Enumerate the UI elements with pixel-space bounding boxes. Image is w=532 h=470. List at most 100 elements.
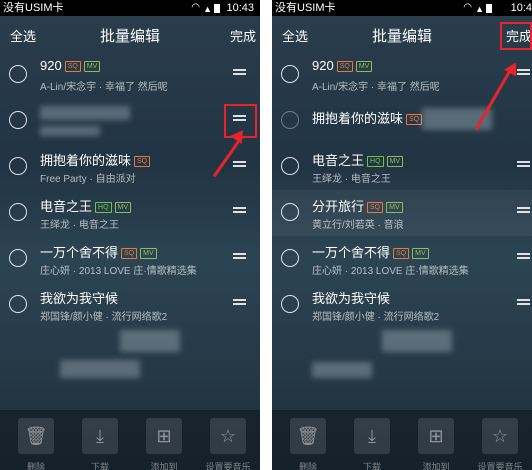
song-subtitle: A-Lin/宋念宇 · 幸福了 然后呢 (312, 82, 440, 93)
song-subtitle: A-Lin/宋念宇 · 幸福了 然后呢 (40, 82, 168, 93)
song-row[interactable]: 一万个舍不得 SQ MV 庄心妍 · 2013 LOVE 庄·情歌精选集 (0, 236, 260, 282)
song-title: 我欲为我守候 (312, 291, 391, 306)
select-radio[interactable] (281, 65, 299, 83)
song-row[interactable]: 920 SQ MV A-Lin/宋念宇 · 幸福了 然后呢 (272, 52, 532, 98)
status-bar: 没有USIM卡 ◠ ▲ 10:4 (272, 0, 532, 16)
drag-handle-icon[interactable] (233, 69, 246, 78)
delete-button[interactable]: 🗑 (290, 418, 326, 454)
song-title: 电音之王 HQ MV (40, 196, 132, 215)
plus-icon: ⊞ (156, 426, 172, 446)
blurred-title (40, 106, 130, 120)
song-title: 920 SQ MV (312, 58, 373, 73)
blur-patch (60, 360, 140, 378)
select-radio[interactable] (281, 295, 299, 313)
set-ringtone-label: 设置要音乐 (477, 462, 523, 470)
song-row[interactable]: 电音之王 HQ MV 王绎龙 · 电音之王 (272, 144, 532, 190)
clock: 10:43 (226, 2, 254, 14)
select-radio[interactable] (9, 65, 27, 83)
done-button[interactable]: 完成 (230, 26, 256, 45)
select-radio[interactable] (281, 249, 299, 267)
song-title: 920 SQ MV (40, 58, 101, 73)
download-icon: ⤓ (368, 426, 376, 446)
add-to-label: 添加到 (422, 462, 450, 470)
download-label: 下载 (90, 462, 109, 470)
plus-icon: ⊞ (428, 426, 444, 446)
set-ringtone-label: 设置要音乐 (205, 462, 251, 470)
carrier-label: 没有USIM卡 (3, 2, 64, 14)
right-phone-screen: 没有USIM卡 ◠ ▲ 10:4 全选 批量编辑 完成 920 SQ MV A-Li… (272, 0, 532, 470)
carrier-label: 没有USIM卡 (275, 2, 336, 14)
page-title: 批量编辑 (371, 28, 432, 45)
add-to-label: 添加到 (150, 462, 178, 470)
blur-patch (312, 362, 372, 378)
download-button[interactable]: ⤓ (354, 418, 390, 454)
delete-label: 删除 (298, 462, 317, 470)
song-row[interactable]: 我欲为我守候 郑国锋/颜小健 · 流行网络歌2 (0, 282, 260, 328)
wifi-icon: ◠ (191, 2, 200, 13)
song-subtitle: 王绎龙 · 电音之王 (40, 220, 119, 231)
trash-icon: 🗑 (24, 426, 48, 446)
add-to-button[interactable]: ⊞ (418, 418, 454, 454)
battery-icon (486, 4, 492, 13)
select-radio[interactable] (9, 249, 27, 267)
song-title: 一万个舍不得 SQ MV (40, 242, 157, 261)
signal-icon: ▲ (475, 4, 484, 14)
status-bar: 没有USIM卡 ◠ ▲ 10:43 (0, 0, 260, 16)
signal-icon: ▲ (203, 4, 212, 14)
select-radio[interactable] (281, 157, 299, 175)
blur-patch (120, 330, 180, 352)
song-subtitle: 郑国锋/颜小健 · 流行网络歌2 (312, 312, 440, 323)
drag-handle-icon[interactable] (233, 161, 246, 170)
set-ringtone-button[interactable]: ☆ (210, 418, 246, 454)
song-row[interactable]: 电音之王 HQ MV 王绎龙 · 电音之王 (0, 190, 260, 236)
song-title: 一万个舍不得 SQ MV (312, 242, 429, 261)
song-row[interactable]: 我欲为我守候 郑国锋/颜小健 · 流行网络歌2 (272, 282, 532, 328)
song-title: 拥抱着你的滋味 SQ (312, 108, 423, 127)
delete-label: 删除 (26, 462, 45, 470)
song-row[interactable]: 920 SQ MV A-Lin/宋念宇 · 幸福了 然后呢 (0, 52, 260, 98)
song-subtitle: Free Party · 自由派对 (40, 174, 136, 185)
bottom-toolbar: 🗑 删除 ⤓ 下载 ⊞ 添加到 ☆ 设置要音乐 (0, 410, 260, 470)
page-title: 批量编辑 (99, 28, 160, 45)
drag-handle-icon[interactable] (233, 299, 246, 308)
song-title: 我欲为我守候 (40, 291, 119, 306)
drag-handle-icon[interactable] (517, 207, 530, 216)
divider (260, 0, 272, 470)
drag-handle-icon[interactable] (233, 207, 246, 216)
song-title: 分开旅行 SQ MV (312, 196, 403, 215)
select-radio[interactable] (9, 157, 27, 175)
header: 全选 批量编辑 完成 (0, 16, 260, 54)
song-row-moved[interactable]: 分开旅行 SQ MV 黄立行/刘若英 · 音浪 (272, 190, 532, 236)
select-radio[interactable] (9, 203, 27, 221)
star-icon: ☆ (219, 426, 237, 446)
header: 全选 批量编辑 完成 (272, 16, 532, 54)
song-row-dragging[interactable] (0, 98, 260, 144)
song-subtitle: 黄立行/刘若英 · 音浪 (312, 220, 404, 231)
drag-handle-icon[interactable] (517, 299, 530, 308)
song-subtitle: 王绎龙 · 电音之王 (312, 174, 391, 185)
song-row[interactable]: 一万个舍不得 SQ MV 庄心妍 · 2013 LOVE 庄·情歌精选集 (272, 236, 532, 282)
download-icon: ⤓ (96, 426, 104, 446)
add-to-button[interactable]: ⊞ (146, 418, 182, 454)
select-radio[interactable] (9, 295, 27, 313)
star-icon: ☆ (491, 426, 509, 446)
select-radio[interactable] (281, 111, 299, 129)
song-title: 电音之王 HQ MV (312, 150, 404, 169)
drag-handle-icon[interactable] (517, 253, 530, 262)
set-ringtone-button[interactable]: ☆ (482, 418, 518, 454)
song-title: 拥抱着你的滋味 SQ (40, 150, 151, 169)
select-radio[interactable] (9, 111, 27, 129)
song-subtitle: 庄心妍 · 2013 LOVE 庄·情歌精选集 (40, 266, 197, 277)
drag-handle-icon[interactable] (517, 161, 530, 170)
song-row[interactable]: 拥抱着你的滋味 SQ (272, 98, 532, 144)
wifi-icon: ◠ (463, 2, 472, 13)
blur-patch (382, 330, 452, 352)
download-button[interactable]: ⤓ (82, 418, 118, 454)
bottom-toolbar: 🗑 删除 ⤓ 下载 ⊞ 添加到 ☆ 设置要音乐 (272, 410, 532, 470)
select-radio[interactable] (281, 203, 299, 221)
delete-button[interactable]: 🗑 (18, 418, 54, 454)
left-phone-screen: 没有USIM卡 ◠ ▲ 10:43 全选 批量编辑 完成 920 SQ MV A-L… (0, 0, 260, 470)
trash-icon: 🗑 (296, 426, 320, 446)
clock: 10:4 (510, 2, 532, 14)
drag-handle-icon[interactable] (233, 253, 246, 262)
